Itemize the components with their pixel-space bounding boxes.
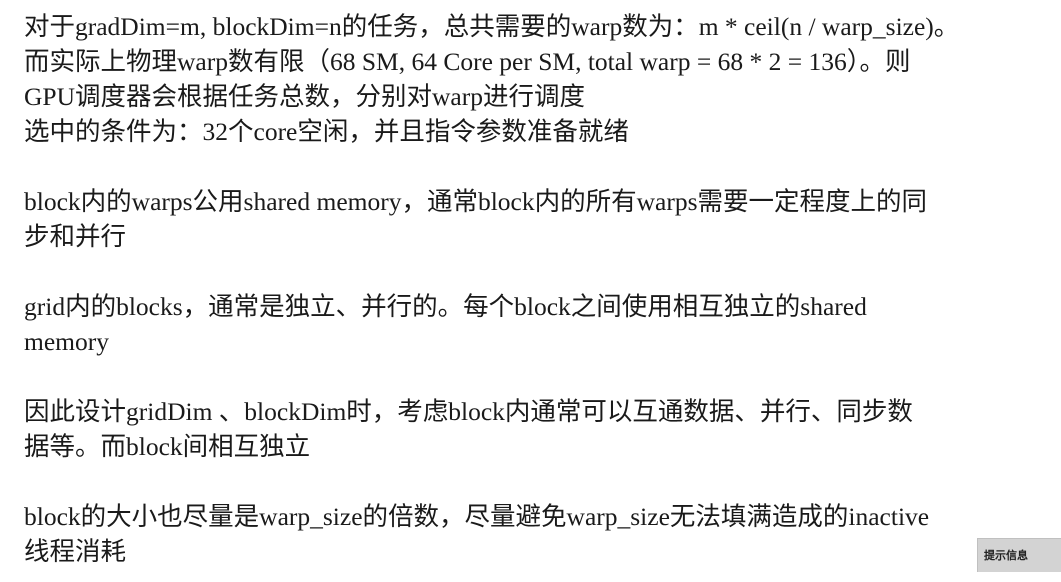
paragraph-grid-blocks: grid内的blocks，通常是独立、并行的。每个block之间使用相互独立的s… (24, 289, 1060, 359)
text-line: 据等。而block间相互独立 (24, 432, 311, 461)
text-line: block的大小也尽量是warp_size的倍数，尽量避免warp_size无法… (24, 502, 930, 531)
text-line: 步和并行 (24, 222, 127, 251)
paragraph-design: 因此设计gridDim 、blockDim时，考虑block内通常可以互通数据、… (24, 394, 1060, 464)
text-line: grid内的blocks，通常是独立、并行的。每个block之间使用相互独立的s… (24, 292, 867, 321)
text-line: GPU调度器会根据任务总数，分别对warp进行调度 (24, 82, 585, 111)
text-line: block内的warps公用shared memory，通常block内的所有w… (24, 187, 928, 216)
text-line: 线程消耗 (24, 537, 127, 566)
notes-body: 对于gradDim=m, blockDim=n的任务，总共需要的warp数为：m… (24, 9, 1060, 582)
paragraph-warp-count: 对于gradDim=m, blockDim=n的任务，总共需要的warp数为：m… (24, 9, 1060, 149)
paragraph-block-size: block的大小也尽量是warp_size的倍数，尽量避免warp_size无法… (24, 499, 1060, 569)
document-page: 对于gradDim=m, blockDim=n的任务，总共需要的warp数为：m… (0, 0, 1061, 582)
text-line: 而实际上物理warp数有限（68 SM, 64 Core per SM, tot… (24, 47, 911, 76)
text-line: memory (24, 327, 109, 356)
paragraph-block-warps: block内的warps公用shared memory，通常block内的所有w… (24, 184, 1060, 254)
text-line: 对于gradDim=m, blockDim=n的任务，总共需要的warp数为：m… (24, 12, 960, 41)
text-line: 因此设计gridDim 、blockDim时，考虑block内通常可以互通数据、… (24, 397, 913, 426)
tip-panel[interactable]: 提示信息 (977, 538, 1061, 572)
text-line: 选中的条件为：32个core空闲，并且指令参数准备就绪 (24, 117, 629, 146)
tip-label: 提示信息 (984, 549, 1028, 562)
